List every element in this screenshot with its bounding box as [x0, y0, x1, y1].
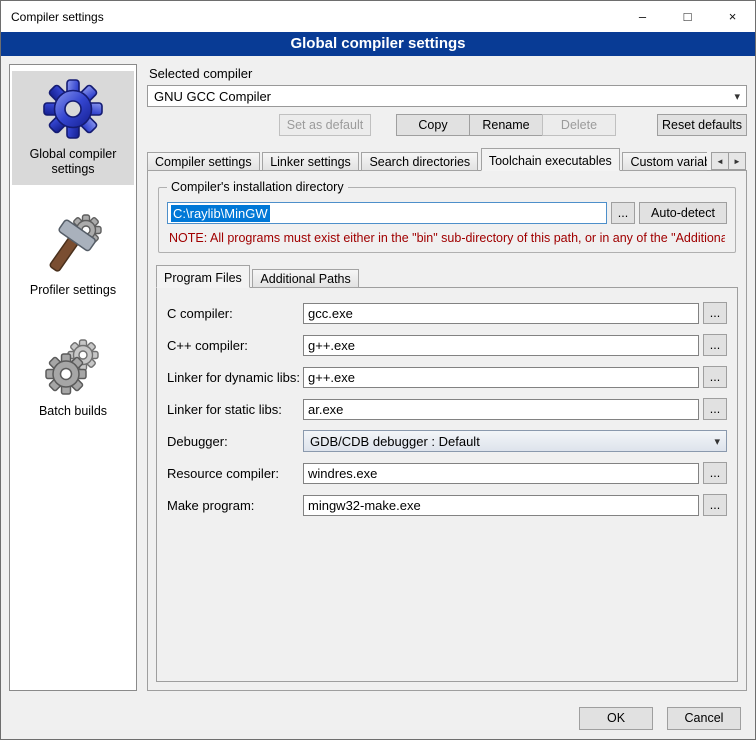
dynamic-linker-input[interactable]	[303, 367, 699, 388]
selected-compiler-value: GNU GCC Compiler	[154, 89, 271, 104]
field-row-make-program: Make program: ...	[167, 494, 727, 516]
make-program-label: Make program:	[167, 498, 303, 513]
cpp-compiler-browse-button[interactable]: ...	[703, 334, 727, 356]
selected-compiler-dropdown[interactable]: GNU GCC Compiler ▾	[147, 85, 747, 107]
settings-tabstrip: Compiler settings Linker settings Search…	[147, 148, 747, 171]
field-row-resource-compiler: Resource compiler: ...	[167, 462, 727, 484]
tab-search-directories[interactable]: Search directories	[361, 152, 478, 171]
field-row-static-linker: Linker for static libs: ...	[167, 398, 727, 420]
ok-button[interactable]: OK	[579, 707, 653, 730]
installation-directory-value: C:\raylib\MinGW	[171, 205, 270, 222]
dynamic-linker-label: Linker for dynamic libs:	[167, 370, 303, 385]
close-button[interactable]: ×	[710, 1, 755, 32]
debugger-dropdown[interactable]: GDB/CDB debugger : Default ▾	[303, 430, 727, 452]
set-as-default-button: Set as default	[279, 114, 371, 136]
rename-button[interactable]: Rename	[469, 114, 543, 136]
c-compiler-label: C compiler:	[167, 306, 303, 321]
tab-custom-variables[interactable]: Custom variables	[622, 152, 707, 171]
program-files-tabstrip: Program Files Additional Paths	[156, 265, 738, 288]
tab-scroll-right-icon[interactable]: ►	[728, 152, 746, 170]
batch-gears-icon	[41, 334, 105, 398]
c-compiler-input[interactable]	[303, 303, 699, 324]
make-program-input[interactable]	[303, 495, 699, 516]
make-program-browse-button[interactable]: ...	[703, 494, 727, 516]
cpp-compiler-label: C++ compiler:	[167, 338, 303, 353]
profiler-hammer-icon	[41, 213, 105, 277]
sidebar-item-label: Global compiler settings	[30, 147, 117, 176]
compiler-actions: Set as default Copy Rename Delete Reset …	[147, 114, 747, 136]
dynamic-linker-browse-button[interactable]: ...	[703, 366, 727, 388]
c-compiler-browse-button[interactable]: ...	[703, 302, 727, 324]
content-panel: Selected compiler GNU GCC Compiler ▾ Set…	[147, 64, 747, 691]
maximize-button[interactable]: □	[665, 1, 710, 32]
installation-note: NOTE: All programs must exist either in …	[169, 231, 725, 245]
reset-defaults-button[interactable]: Reset defaults	[657, 114, 747, 136]
compiler-settings-window: Compiler settings – □ × Global compiler …	[0, 0, 756, 740]
minimize-button[interactable]: –	[620, 1, 665, 32]
subtab-additional-paths[interactable]: Additional Paths	[252, 269, 358, 288]
delete-button: Delete	[542, 114, 616, 136]
cancel-button[interactable]: Cancel	[667, 707, 741, 730]
resource-compiler-input[interactable]	[303, 463, 699, 484]
sidebar-item-label: Batch builds	[39, 404, 107, 418]
tab-compiler-settings[interactable]: Compiler settings	[147, 152, 260, 171]
static-linker-label: Linker for static libs:	[167, 402, 303, 417]
installation-directory-group: Compiler's installation directory C:\ray…	[158, 187, 736, 253]
installation-directory-input[interactable]: C:\raylib\MinGW	[167, 202, 607, 224]
copy-button[interactable]: Copy	[396, 114, 470, 136]
field-row-c-compiler: C compiler: ...	[167, 302, 727, 324]
sidebar-item-profiler-settings[interactable]: Profiler settings	[12, 207, 134, 306]
field-row-debugger: Debugger: GDB/CDB debugger : Default ▾	[167, 430, 727, 452]
window-title: Compiler settings	[1, 10, 620, 24]
tab-toolchain-executables[interactable]: Toolchain executables	[481, 148, 620, 171]
field-row-cpp-compiler: C++ compiler: ...	[167, 334, 727, 356]
static-linker-browse-button[interactable]: ...	[703, 398, 727, 420]
installation-directory-title: Compiler's installation directory	[167, 180, 348, 194]
program-files-panel: C compiler: ... C++ compiler: ...	[156, 287, 738, 682]
tab-linker-settings[interactable]: Linker settings	[262, 152, 359, 171]
tab-scroll-left-icon[interactable]: ◄	[711, 152, 729, 170]
field-row-dynamic-linker: Linker for dynamic libs: ...	[167, 366, 727, 388]
toolchain-executables-panel: Compiler's installation directory C:\ray…	[147, 170, 747, 691]
gear-blue-icon	[41, 77, 105, 141]
auto-detect-button[interactable]: Auto-detect	[639, 202, 727, 224]
dialog-footer: OK Cancel	[1, 697, 755, 739]
sidebar-item-global-compiler-settings[interactable]: Global compiler settings	[12, 71, 134, 185]
page-title: Global compiler settings	[1, 32, 755, 56]
resource-compiler-browse-button[interactable]: ...	[703, 462, 727, 484]
titlebar: Compiler settings – □ ×	[1, 1, 755, 32]
browse-directory-button[interactable]: ...	[611, 202, 635, 224]
sidebar-item-batch-builds[interactable]: Batch builds	[12, 328, 134, 427]
selected-compiler-label: Selected compiler	[149, 66, 747, 81]
cpp-compiler-input[interactable]	[303, 335, 699, 356]
debugger-label: Debugger:	[167, 434, 303, 449]
static-linker-input[interactable]	[303, 399, 699, 420]
resource-compiler-label: Resource compiler:	[167, 466, 303, 481]
chevron-down-icon: ▾	[734, 90, 740, 103]
debugger-value: GDB/CDB debugger : Default	[310, 434, 480, 449]
settings-category-list: Global compiler settings	[9, 64, 137, 691]
main-area: Global compiler settings	[1, 56, 755, 697]
sidebar-item-label: Profiler settings	[30, 283, 116, 297]
chevron-down-icon: ▾	[714, 435, 720, 448]
subtab-program-files[interactable]: Program Files	[156, 265, 250, 288]
